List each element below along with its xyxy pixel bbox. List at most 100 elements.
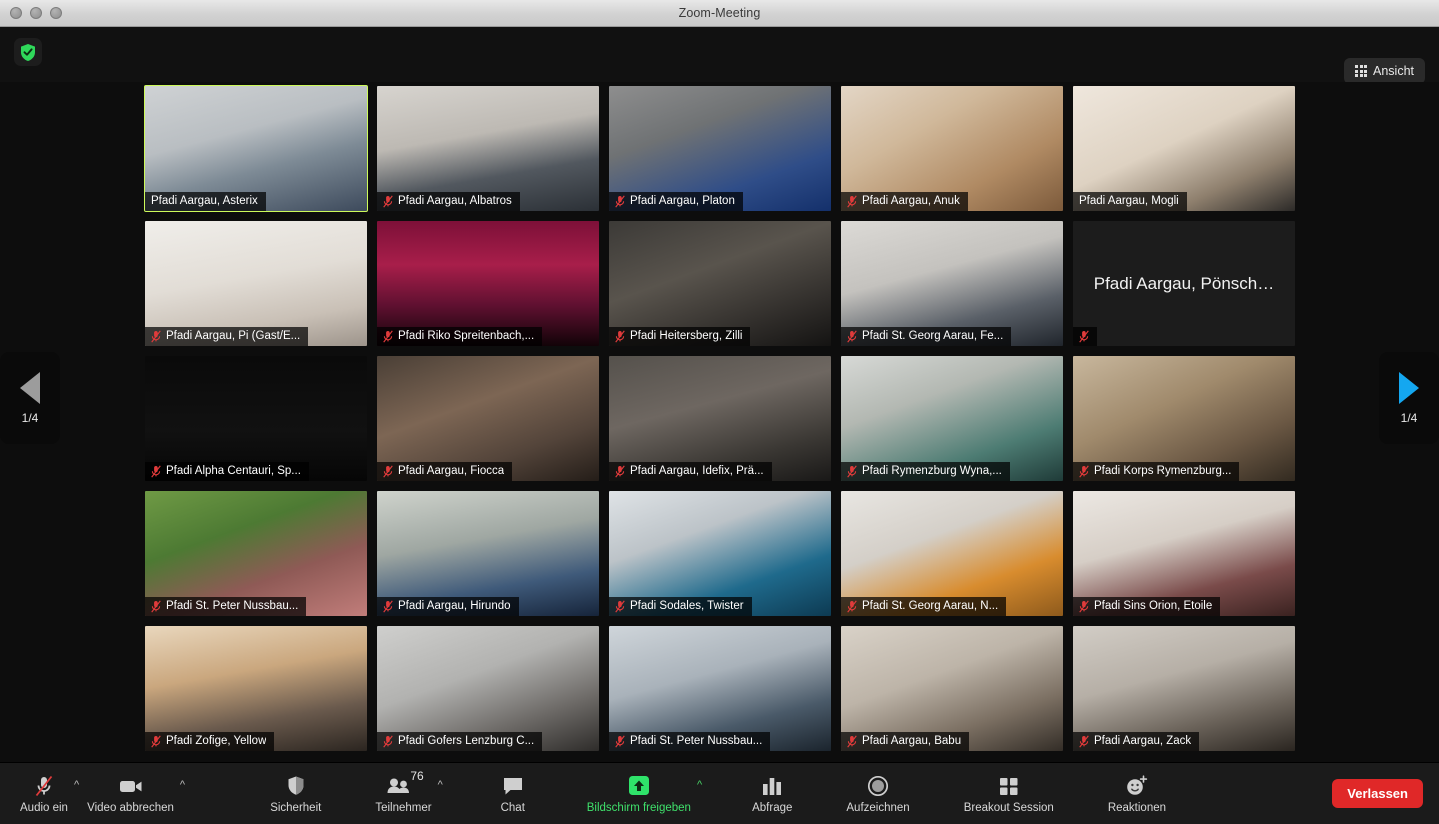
next-page-label: 1/4	[1400, 410, 1418, 425]
muted-microphone-icon	[1079, 464, 1089, 478]
participant-name-bar: Pfadi Korps Rymenzburg...	[1073, 462, 1240, 481]
participant-name: Pfadi Riko Spreitenbach,...	[398, 330, 535, 342]
participant-tile[interactable]: Pfadi Sodales, Twister	[609, 491, 831, 616]
share-screen-options-caret-icon[interactable]: ^	[697, 779, 702, 791]
triangle-left-icon	[20, 371, 40, 404]
previous-page-label: 1/4	[21, 410, 39, 425]
muted-microphone-icon	[847, 734, 857, 748]
participant-tile[interactable]: Pfadi Aargau, Anuk	[841, 86, 1063, 211]
participant-tile[interactable]: Pfadi Alpha Centauri, Sp...	[145, 356, 367, 481]
participant-name: Pfadi St. Georg Aarau, N...	[862, 600, 999, 612]
muted-microphone-icon	[151, 734, 161, 748]
participant-tile[interactable]: Pfadi Aargau, Mogli	[1073, 86, 1295, 211]
reactions-button[interactable]: Reaktionen	[1104, 763, 1170, 824]
microphone-muted-icon	[33, 773, 55, 799]
poll-button[interactable]: Abfrage	[748, 763, 796, 824]
muted-microphone-icon	[847, 329, 857, 343]
muted-microphone-icon	[151, 599, 161, 613]
participant-name: Pfadi Aargau, Fiocca	[398, 465, 505, 477]
video-stage: 1/4 Pfadi Aargau, Asterix Pfadi Aargau, A…	[0, 82, 1439, 762]
smiley-plus-icon	[1124, 773, 1150, 799]
participant-tile[interactable]: Pfadi Aargau, Pönsch…	[1073, 221, 1295, 346]
participant-tile[interactable]: Pfadi Riko Spreitenbach,...	[377, 221, 599, 346]
breakout-session-button-label: Breakout Session	[963, 801, 1054, 814]
participant-name-bar	[1073, 327, 1097, 346]
participant-tile[interactable]: Pfadi Aargau, Asterix	[144, 85, 368, 212]
participant-tile[interactable]: Pfadi Aargau, Idefix, Prä...	[609, 356, 831, 481]
participant-tile[interactable]: Pfadi St. Peter Nussbau...	[609, 626, 831, 751]
participant-tile[interactable]: Pfadi St. Georg Aarau, Fe...	[841, 221, 1063, 346]
participant-name-bar: Pfadi Aargau, Fiocca	[377, 462, 513, 481]
security-button[interactable]: Sicherheit	[266, 763, 325, 824]
participant-tile[interactable]: Pfadi Aargau, Hirundo	[377, 491, 599, 616]
participant-name: Pfadi St. Peter Nussbau...	[630, 735, 763, 747]
participant-name-bar: Pfadi Aargau, Babu	[841, 732, 970, 751]
audio-button-label: Audio ein	[20, 801, 68, 814]
participant-name: Pfadi Gofers Lenzburg C...	[398, 735, 535, 747]
participant-tile[interactable]: Pfadi Aargau, Platon	[609, 86, 831, 211]
participant-name: Pfadi Aargau, Platon	[630, 195, 735, 207]
breakout-session-button[interactable]: Breakout Session	[960, 763, 1058, 824]
participants-options-caret-icon[interactable]: ^	[438, 779, 443, 791]
participant-name: Pfadi Zofige, Yellow	[166, 735, 267, 747]
camera-icon	[118, 773, 144, 799]
participant-name-bar: Pfadi Aargau, Idefix, Prä...	[609, 462, 772, 481]
muted-microphone-icon	[383, 194, 393, 208]
participants-count: 76	[410, 768, 424, 783]
window-titlebar: Zoom-Meeting	[0, 0, 1439, 27]
participant-tile[interactable]: Pfadi Aargau, Fiocca	[377, 356, 599, 481]
participant-name: Pfadi St. Georg Aarau, Fe...	[862, 330, 1004, 342]
participant-tile[interactable]: Pfadi Korps Rymenzburg...	[1073, 356, 1295, 481]
participant-tile[interactable]: Pfadi Aargau, Pi (Gast/E...	[145, 221, 367, 346]
participant-name-bar: Pfadi Aargau, Anuk	[841, 192, 968, 211]
participant-tile[interactable]: Pfadi Aargau, Zack	[1073, 626, 1295, 751]
muted-microphone-icon	[383, 599, 393, 613]
audio-control-group: Audio ein ^	[16, 763, 79, 824]
muted-microphone-icon	[1079, 329, 1089, 343]
participants-button[interactable]: Teilnehmer 76	[371, 763, 435, 824]
participant-name-bar: Pfadi St. Georg Aarau, Fe...	[841, 327, 1012, 346]
view-button[interactable]: Ansicht	[1344, 58, 1425, 84]
record-button[interactable]: Aufzeichnen	[842, 763, 913, 824]
participant-name: Pfadi Sins Orion, Etoile	[1094, 600, 1213, 612]
participant-name-bar: Pfadi St. Peter Nussbau...	[145, 597, 307, 616]
participants-button-label: Teilnehmer	[375, 801, 432, 814]
participants-control-group: Teilnehmer 76 ^	[371, 763, 442, 824]
participant-tile[interactable]: Pfadi Aargau, Albatros	[377, 86, 599, 211]
participant-name: Pfadi Korps Rymenzburg...	[1094, 465, 1232, 477]
participant-tile[interactable]: Pfadi Gofers Lenzburg C...	[377, 626, 599, 751]
leave-meeting-button[interactable]: Verlassen	[1332, 779, 1423, 808]
security-button-label: Sicherheit	[270, 801, 322, 814]
participant-name-bar: Pfadi Aargau, Asterix	[145, 192, 266, 211]
four-squares-icon	[997, 773, 1021, 799]
participant-name-bar: Pfadi Aargau, Platon	[609, 192, 743, 211]
participant-tile[interactable]: Pfadi Zofige, Yellow	[145, 626, 367, 751]
participant-name: Pfadi Aargau, Asterix	[151, 195, 258, 207]
audio-options-caret-icon[interactable]: ^	[74, 779, 79, 791]
shield-check-icon[interactable]	[14, 38, 42, 66]
muted-microphone-icon	[383, 329, 393, 343]
next-page-button[interactable]: 1/4	[1379, 352, 1439, 444]
participant-tile[interactable]: Pfadi Aargau, Babu	[841, 626, 1063, 751]
participant-name-bar: Pfadi Riko Spreitenbach,...	[377, 327, 543, 346]
participant-name-bar: Pfadi St. Peter Nussbau...	[609, 732, 771, 751]
previous-page-button[interactable]: 1/4	[0, 352, 60, 444]
participant-tile[interactable]: Pfadi St. Peter Nussbau...	[145, 491, 367, 616]
participant-tile[interactable]: Pfadi Heitersberg, Zilli	[609, 221, 831, 346]
participant-name-placeholder: Pfadi Aargau, Pönsch…	[1093, 273, 1275, 293]
audio-button[interactable]: Audio ein	[16, 763, 72, 824]
participant-tile[interactable]: Pfadi Rymenzburg Wyna,...	[841, 356, 1063, 481]
video-options-caret-icon[interactable]: ^	[180, 779, 185, 791]
video-button[interactable]: Video abbrechen	[83, 763, 178, 824]
participant-name: Pfadi Heitersberg, Zilli	[630, 330, 743, 342]
participant-tile[interactable]: Pfadi St. Georg Aarau, N...	[841, 491, 1063, 616]
chat-button[interactable]: Chat	[489, 763, 537, 824]
participant-tile[interactable]: Pfadi Sins Orion, Etoile	[1073, 491, 1295, 616]
muted-microphone-icon	[1079, 599, 1089, 613]
participant-name-bar: Pfadi Zofige, Yellow	[145, 732, 275, 751]
grid-view-icon	[1355, 65, 1367, 77]
muted-microphone-icon	[383, 734, 393, 748]
share-screen-button[interactable]: Bildschirm freigeben	[583, 763, 695, 824]
share-screen-button-label: Bildschirm freigeben	[586, 801, 691, 814]
meeting-topbar: Ansicht	[0, 27, 1439, 84]
